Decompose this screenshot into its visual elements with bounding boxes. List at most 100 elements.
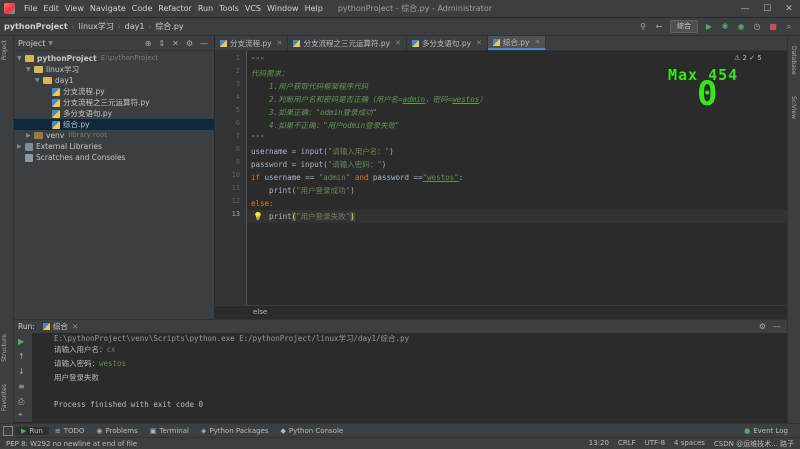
maximize-icon[interactable]: ☐ bbox=[756, 4, 778, 14]
tree-item-file[interactable]: 分支流程之三元运算符.py bbox=[14, 97, 214, 108]
close-icon[interactable]: ✕ bbox=[778, 4, 800, 14]
tab-file[interactable]: 多分支语句.py ✕ bbox=[407, 36, 488, 50]
close-tab-icon[interactable]: ✕ bbox=[476, 39, 482, 47]
soft-wrap-icon[interactable]: ≡ bbox=[18, 382, 25, 391]
tree-item-file-selected[interactable]: 综合.py bbox=[14, 119, 214, 130]
print-icon[interactable]: ⎙ bbox=[18, 397, 24, 407]
scroll-up-icon[interactable]: ↑ bbox=[18, 352, 25, 361]
close-tab-icon[interactable]: ✕ bbox=[395, 39, 401, 47]
menu-window[interactable]: Window bbox=[264, 4, 302, 13]
event-log[interactable]: ● Event Log bbox=[744, 427, 800, 435]
chevron-right-icon[interactable]: ▶ bbox=[17, 141, 25, 152]
menu-view[interactable]: View bbox=[62, 4, 87, 13]
tab-label: 分支流程.py bbox=[230, 38, 272, 48]
close-tab-icon[interactable]: ✕ bbox=[535, 38, 541, 46]
tree-item-file[interactable]: 分支流程.py bbox=[14, 86, 214, 97]
menu-run[interactable]: Run bbox=[195, 4, 216, 13]
tool-window-todo[interactable]: ≡ TODO bbox=[49, 427, 91, 435]
gear-icon[interactable]: ⚙ bbox=[186, 39, 193, 48]
tool-window-terminal[interactable]: ▣ Terminal bbox=[144, 427, 195, 435]
menu-tools[interactable]: Tools bbox=[216, 4, 242, 13]
back-arrow-icon[interactable]: ← bbox=[654, 22, 664, 32]
tab-file[interactable]: 分支流程之三元运算符.py ✕ bbox=[288, 36, 407, 50]
chevron-down-icon[interactable]: ▼ bbox=[17, 53, 25, 64]
tool-window-python-packages[interactable]: ◈ Python Packages bbox=[195, 427, 275, 435]
pin-icon[interactable]: ⌖ bbox=[18, 410, 23, 420]
favorites-tool-tab[interactable]: Favorites bbox=[1, 384, 8, 411]
run-console[interactable]: E:\pythonProject\venv\Scripts\python.exe… bbox=[33, 333, 787, 422]
lightbulb-icon[interactable]: 💡 bbox=[253, 212, 263, 221]
tool-window-problems[interactable]: ◉ Problems bbox=[90, 427, 143, 435]
close-tab-icon[interactable]: ✕ bbox=[277, 39, 283, 47]
caret-position[interactable]: 13:20 bbox=[589, 439, 609, 449]
database-tool-tab[interactable]: Database bbox=[790, 46, 797, 75]
tree-item-file[interactable]: 多分支语句.py bbox=[14, 108, 214, 119]
breadcrumb-subfolder[interactable]: day1 bbox=[121, 22, 149, 31]
chevron-down-icon[interactable]: ▼ bbox=[26, 64, 34, 75]
menu-vcs[interactable]: VCS bbox=[242, 4, 264, 13]
line-number: 8 bbox=[235, 145, 240, 153]
menu-refactor[interactable]: Refactor bbox=[155, 4, 195, 13]
scroll-down-icon[interactable]: ↓ bbox=[18, 367, 25, 376]
tab-file[interactable]: 分支流程.py ✕ bbox=[215, 36, 289, 50]
chevron-down-icon[interactable]: ▼ bbox=[48, 40, 53, 47]
locate-icon[interactable]: ⊕ bbox=[145, 39, 152, 48]
run-configuration-select[interactable]: 综合 bbox=[670, 20, 698, 33]
run-tab[interactable]: 综合 ✕ bbox=[42, 321, 78, 332]
sciview-tool-tab[interactable]: SciView bbox=[790, 96, 797, 119]
status-message[interactable]: PEP 8: W292 no newline at end of file bbox=[0, 440, 137, 448]
stop-icon[interactable]: ■ bbox=[768, 22, 778, 32]
structure-tool-tab[interactable]: Structure bbox=[1, 334, 8, 362]
scratches-icon bbox=[25, 153, 33, 162]
run-icon[interactable]: ▶ bbox=[704, 22, 714, 32]
menu-edit[interactable]: Edit bbox=[40, 4, 62, 13]
breadcrumb-project[interactable]: pythonProject bbox=[0, 22, 72, 31]
coverage-icon[interactable]: ◉ bbox=[736, 22, 746, 32]
breadcrumb-else[interactable]: else bbox=[253, 308, 267, 316]
gear-icon[interactable]: ⚙ bbox=[759, 322, 766, 331]
tool-window-run[interactable]: ▶ Run bbox=[15, 426, 49, 435]
collapse-icon[interactable]: ⇕ bbox=[158, 39, 165, 48]
menu-navigate[interactable]: Navigate bbox=[87, 4, 129, 13]
project-panel-title[interactable]: Project bbox=[18, 39, 45, 48]
hide-icon[interactable]: — bbox=[200, 39, 208, 48]
python-file-icon bbox=[52, 98, 60, 107]
event-log-icon: ● bbox=[744, 426, 751, 435]
minimize-icon[interactable]: — bbox=[734, 4, 756, 14]
breadcrumb-folder[interactable]: linux学习 bbox=[75, 21, 118, 32]
hide-icon[interactable]: — bbox=[773, 322, 781, 331]
chevron-down-icon[interactable]: ▼ bbox=[35, 75, 43, 86]
list-icon: ≡ bbox=[54, 426, 61, 435]
line-separator[interactable]: CRLF bbox=[618, 439, 636, 449]
search-icon[interactable]: ⌕ bbox=[784, 22, 794, 32]
profile-icon[interactable]: ◷ bbox=[752, 22, 762, 32]
tree-item-project-root[interactable]: ▼ pythonProject E:\pythonProject bbox=[14, 53, 214, 64]
user-icon[interactable]: ⚲ bbox=[638, 22, 648, 32]
tree-item-external-libraries[interactable]: ▶ External Libraries bbox=[14, 141, 214, 152]
rerun-icon[interactable]: ▶ bbox=[18, 337, 24, 346]
line-number: 2 bbox=[235, 67, 240, 75]
file-encoding[interactable]: UTF-8 bbox=[645, 439, 665, 449]
console-line: 请输入用户名：cx bbox=[54, 345, 116, 354]
project-tool-tab[interactable]: Project bbox=[1, 40, 8, 61]
tool-window-python-console[interactable]: ◆ Python Console bbox=[275, 427, 350, 435]
tree-item-day1[interactable]: ▼ day1 bbox=[14, 75, 214, 86]
tree-item-venv[interactable]: ▶ venv library root bbox=[14, 130, 214, 141]
menu-code[interactable]: Code bbox=[129, 4, 155, 13]
python-file-icon bbox=[492, 38, 500, 46]
tree-item-scratches[interactable]: Scratches and Consoles bbox=[14, 152, 214, 163]
python-file-icon bbox=[52, 87, 60, 96]
menu-help[interactable]: Help bbox=[302, 4, 326, 13]
tab-file-active[interactable]: 综合.py ✕ bbox=[487, 36, 547, 50]
tab-label: 分支流程之三元运算符.py bbox=[303, 38, 391, 48]
tree-item-linux[interactable]: ▼ linux学习 bbox=[14, 64, 214, 75]
chevron-right-icon[interactable]: ▶ bbox=[26, 130, 34, 141]
inspection-counts[interactable]: ⚠ 2 ✓ 5 bbox=[734, 54, 762, 62]
indent-setting[interactable]: 4 spaces bbox=[674, 439, 705, 449]
breadcrumb-file[interactable]: 综合.py bbox=[151, 21, 187, 32]
menu-file[interactable]: File bbox=[21, 4, 40, 13]
toggle-tool-windows-icon[interactable] bbox=[3, 425, 13, 436]
close-tab-icon[interactable]: ✕ bbox=[72, 322, 78, 331]
expand-icon[interactable]: ✕ bbox=[172, 39, 179, 48]
debug-icon[interactable]: ✱ bbox=[720, 22, 730, 32]
